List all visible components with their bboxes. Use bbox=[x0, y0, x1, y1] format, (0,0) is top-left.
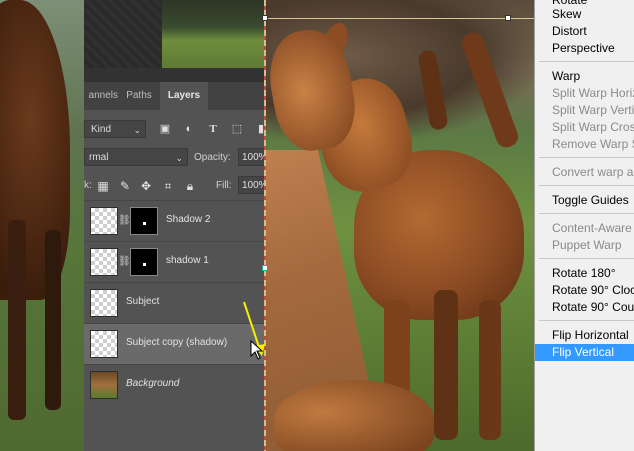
kind-filter-label: Kind bbox=[91, 124, 112, 135]
mouse-pointer-icon bbox=[250, 340, 264, 360]
layer-thumbnail bbox=[90, 207, 118, 235]
menu-separator bbox=[539, 185, 634, 186]
horse-leg-fragment bbox=[45, 230, 61, 410]
tab-channels[interactable]: annels bbox=[84, 82, 118, 110]
blend-mode-label: rmal bbox=[89, 152, 109, 163]
link-icon[interactable]: ⛓ bbox=[118, 256, 131, 268]
layer-name: Background bbox=[126, 378, 180, 389]
kind-filter-select[interactable]: Kind ⌄ bbox=[84, 120, 146, 138]
menu-item-puppet-warp[interactable]: Puppet Warp bbox=[535, 237, 634, 254]
horse-leg bbox=[479, 300, 501, 440]
layer-name: shadow 1 bbox=[166, 255, 209, 266]
blend-mode-select[interactable]: rmal ⌄ bbox=[84, 148, 188, 166]
lock-all-icon[interactable]: 🔒︎ bbox=[183, 179, 197, 193]
lock-pixels-icon[interactable]: ✎ bbox=[118, 179, 132, 193]
menu-item-split-warp-horizontally[interactable]: Split Warp Horizontally bbox=[535, 85, 634, 102]
fill-label: Fill: bbox=[216, 180, 232, 191]
image-filter-icon[interactable]: ▣ bbox=[158, 122, 172, 136]
layer-row-shadow-1[interactable]: ⛓ shadow 1 bbox=[84, 241, 264, 282]
panel-thumbnail-photo bbox=[162, 0, 264, 68]
transform-bounding-box-edge[interactable] bbox=[266, 18, 534, 19]
menu-item-convert-warp-anchor[interactable]: Convert warp anchor bbox=[535, 164, 634, 181]
flipped-shadow-copy bbox=[274, 380, 434, 451]
layer-thumbnail bbox=[90, 371, 118, 399]
link-icon[interactable]: ⛓ bbox=[118, 215, 131, 227]
transform-handle[interactable] bbox=[505, 15, 511, 21]
layer-name: Subject bbox=[126, 296, 160, 307]
type-filter-icon[interactable]: T bbox=[206, 122, 220, 136]
layer-thumbnail bbox=[90, 330, 118, 358]
layer-name: Subject copy (shadow) bbox=[126, 337, 228, 348]
transform-bounding-box-edge[interactable] bbox=[264, 0, 266, 451]
menu-item-flip-horizontal[interactable]: Flip Horizontal bbox=[535, 327, 634, 344]
menu-item-rotate-90-ccw[interactable]: Rotate 90° Counter Clockwise bbox=[535, 299, 634, 316]
menu-item-toggle-guides[interactable]: Toggle Guides bbox=[535, 192, 634, 209]
layers-panel: annels Paths Layers Kind ⌄ ▣ ◐ T ⬚ ▮ rma… bbox=[84, 82, 268, 451]
menu-item-rotate-180[interactable]: Rotate 180° bbox=[535, 265, 634, 282]
filter-row: Kind ⌄ ▣ ◐ T ⬚ ▮ bbox=[84, 116, 264, 144]
layer-row-subject-copy-shadow[interactable]: Subject copy (shadow) bbox=[84, 323, 264, 364]
layer-mask-thumbnail[interactable] bbox=[130, 248, 158, 276]
lock-row: k: ▦ ✎ ✥ ⌗ 🔒︎ Fill: 100% bbox=[84, 172, 268, 200]
lock-position-icon[interactable]: ✥ bbox=[139, 179, 153, 193]
menu-item-split-warp-crosswise[interactable]: Split Warp Crosswise bbox=[535, 119, 634, 136]
lock-artboard-icon[interactable]: ⌗ bbox=[161, 179, 175, 193]
menu-item-split-warp-vertically[interactable]: Split Warp Vertically bbox=[535, 102, 634, 119]
horse-leg-fragment bbox=[8, 220, 26, 420]
lock-label: k: bbox=[84, 180, 92, 191]
menu-item-remove-warp-split[interactable]: Remove Warp Split bbox=[535, 136, 634, 153]
document-canvas[interactable] bbox=[264, 0, 534, 451]
layer-name: Shadow 2 bbox=[166, 214, 211, 225]
menu-item-content-aware-scale[interactable]: Content-Aware Scale bbox=[535, 220, 634, 237]
menu-separator bbox=[539, 61, 634, 62]
menu-separator bbox=[539, 213, 634, 214]
transform-handle[interactable] bbox=[262, 15, 268, 21]
transform-handle[interactable] bbox=[262, 265, 268, 271]
panel-thumbnail-dark bbox=[84, 0, 162, 68]
adjustment-filter-icon[interactable]: ◐ bbox=[182, 122, 196, 136]
layer-mask-thumbnail[interactable] bbox=[130, 207, 158, 235]
chevron-down-icon: ⌄ bbox=[133, 125, 141, 135]
menu-separator bbox=[539, 258, 634, 259]
menu-separator bbox=[539, 157, 634, 158]
horse-leg bbox=[434, 290, 458, 440]
panel-tab-bar: annels Paths Layers bbox=[84, 82, 264, 110]
left-canvas-photo bbox=[0, 0, 84, 451]
layer-row-background[interactable]: Background bbox=[84, 364, 264, 405]
panel-separator bbox=[84, 68, 264, 82]
menu-item-perspective[interactable]: Perspective bbox=[535, 40, 634, 57]
menu-item-skew[interactable]: Skew bbox=[535, 6, 634, 23]
layer-row-shadow-2[interactable]: ⛓ Shadow 2 bbox=[84, 200, 264, 241]
menu-item-flip-vertical[interactable]: Flip Vertical bbox=[535, 344, 634, 361]
opacity-label: Opacity: bbox=[194, 152, 231, 163]
menu-item-rotate-90-cw[interactable]: Rotate 90° Clockwise bbox=[535, 282, 634, 299]
layer-thumbnail bbox=[90, 289, 118, 317]
menu-item-distort[interactable]: Distort bbox=[535, 23, 634, 40]
chevron-down-icon: ⌄ bbox=[175, 153, 183, 163]
menu-separator bbox=[539, 320, 634, 321]
tab-layers[interactable]: Layers bbox=[160, 82, 208, 110]
layer-row-subject[interactable]: Subject bbox=[84, 282, 264, 323]
layer-thumbnail bbox=[90, 248, 118, 276]
menu-item-warp[interactable]: Warp bbox=[535, 68, 634, 85]
shape-filter-icon[interactable]: ⬚ bbox=[230, 122, 244, 136]
lock-transparency-icon[interactable]: ▦ bbox=[96, 179, 110, 193]
tab-paths[interactable]: Paths bbox=[120, 82, 158, 110]
transform-context-menu: Rotate Skew Distort Perspective Warp Spl… bbox=[534, 0, 634, 451]
blend-row: rmal ⌄ Opacity: 100% bbox=[84, 144, 268, 172]
